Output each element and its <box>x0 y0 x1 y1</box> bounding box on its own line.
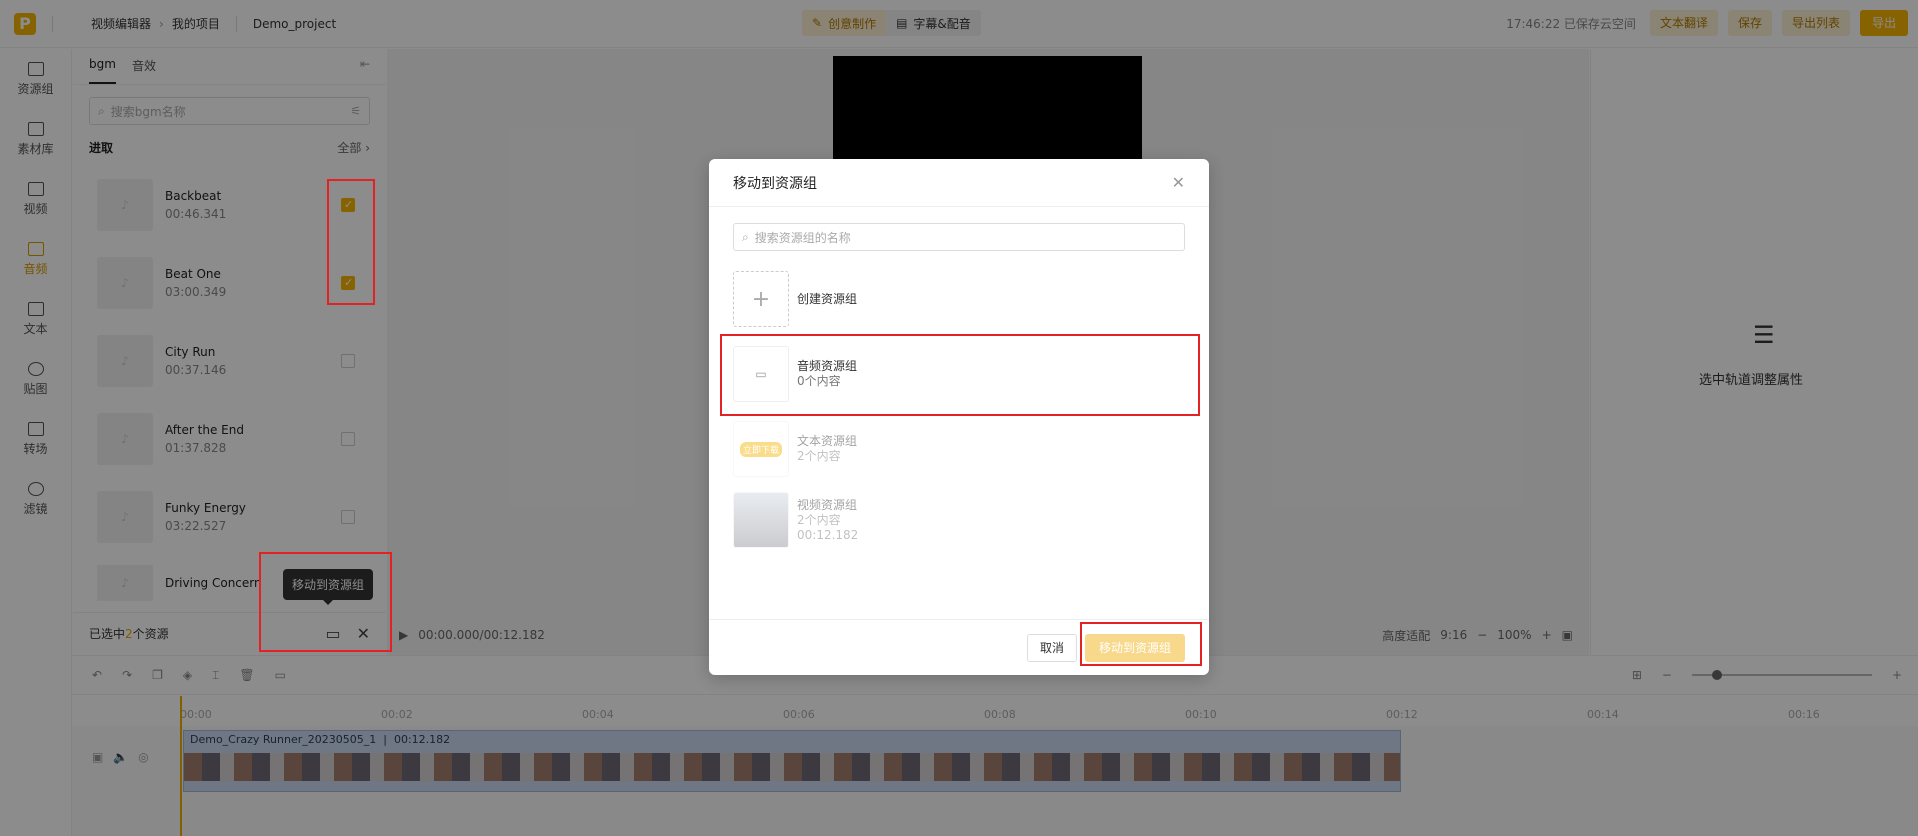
dialog-header: 移动到资源组 ✕ <box>709 159 1209 207</box>
group-search-input[interactable]: ⌕ 搜索资源组的名称 <box>733 223 1185 251</box>
search-placeholder: 搜索资源组的名称 <box>754 230 851 245</box>
group-name: 视频资源组 <box>797 497 858 512</box>
dialog-title: 移动到资源组 <box>733 175 817 192</box>
group-duration: 00:12.182 <box>797 527 859 542</box>
highlight-checkboxes <box>327 179 375 305</box>
highlight-confirm-button <box>1080 622 1202 666</box>
video-thumb <box>733 492 789 548</box>
cancel-button[interactable]: 取消 <box>1026 633 1077 662</box>
download-badge: 立即下载 <box>739 441 782 457</box>
group-count: 2个内容 <box>797 449 841 463</box>
move-to-group-dialog: 移动到资源组 ✕ ⌕ 搜索资源组的名称 + 创建资源组 ▭ 音频资源组 0个内容 … <box>709 159 1209 675</box>
group-item-video[interactable]: 视频资源组 2个内容 00:12.182 <box>733 488 1193 552</box>
highlight-audio-group <box>720 334 1200 416</box>
group-info: 创建资源组 <box>797 292 857 307</box>
group-info: 文本资源组 2个内容 <box>797 434 857 464</box>
create-group-item[interactable]: + 创建资源组 <box>733 269 1193 329</box>
group-name: 文本资源组 <box>797 434 858 448</box>
plus-icon: + <box>733 271 789 327</box>
group-thumb: 立即下载 <box>733 421 789 477</box>
group-info: 视频资源组 2个内容 00:12.182 <box>797 498 858 543</box>
search-icon: ⌕ <box>742 229 749 244</box>
highlight-move-button <box>259 552 392 652</box>
close-icon[interactable]: ✕ <box>1172 173 1185 192</box>
create-label: 创建资源组 <box>797 291 858 306</box>
group-count: 2个内容 <box>797 512 841 527</box>
group-item-text[interactable]: 立即下载 文本资源组 2个内容 <box>733 419 1193 479</box>
